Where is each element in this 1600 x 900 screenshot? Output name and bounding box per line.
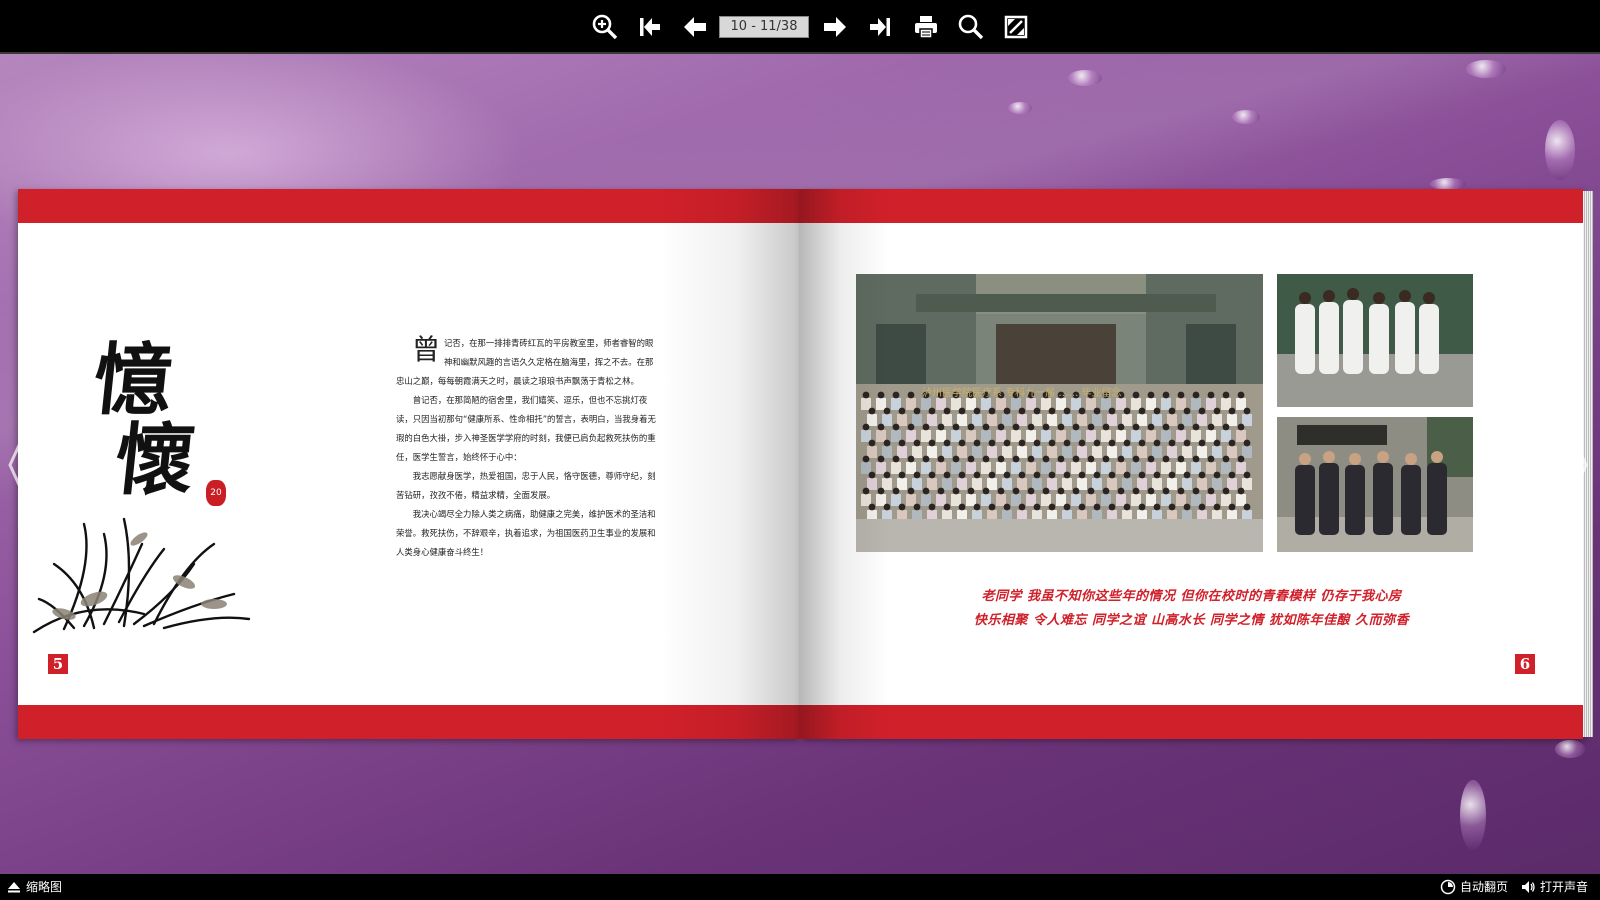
bottom-bar: 缩略图 自动翻页 打开声音 [0,874,1600,900]
water-drop [1466,60,1506,78]
class-group-photo: 泸州医学院医疗系 专科九一届 …… 毕业留念 [856,274,1263,552]
fullscreen-icon[interactable] [1001,12,1031,42]
poem-line-1: 老同学 我虽不知你这些年的情况 但你在校时的青春模样 仍存于我心房 [981,589,1402,604]
thumbnails-label: 缩略图 [26,880,63,894]
auto-flip-button[interactable]: 自动翻页 [1440,874,1508,900]
water-drop [1545,120,1575,180]
zoom-in-icon[interactable] [590,12,620,42]
top-red-band [800,189,1583,223]
right-page[interactable]: 泸州医学院医疗系 专科九一届 …… 毕业留念 老同学 我虽不知你这些年的情况 但… [800,189,1583,739]
poem-line-2: 快乐相聚 令人难忘 同学之谊 山高水长 同学之情 犹如陈年佳酿 久而弥香 [973,613,1410,628]
speaker-icon [1522,881,1535,893]
left-page[interactable]: 憶 懷 20 曾 记否，在那一排排青砖红瓦的平房教室里，师者睿智的眼神和幽默风趣… [18,189,800,739]
water-drop [1555,740,1585,758]
paragraph-3: 我志愿献身医学，热爱祖国，忠于人民，恪守医德，尊师守纪，刻苦钻研，孜孜不倦，精益… [396,471,656,500]
thumbnails-button[interactable]: 缩略图 [6,874,62,900]
water-drop [1460,780,1486,850]
drop-cap: 曾 [412,333,441,366]
spine-shadow-left [660,189,800,739]
page-number-right: 6 [1515,654,1535,674]
sound-toggle-button[interactable]: 打开声音 [1520,874,1588,900]
last-page-icon[interactable] [865,12,895,42]
orchid-painting [32,517,251,634]
top-toolbar: 10 - 11/38 [0,0,1600,54]
search-icon[interactable] [956,12,986,42]
paragraph-2: 曾记否，在那简陋的宿舍里，我们嬉笑、逗乐，但也不忘挑灯夜读，只因当初那句“健康所… [396,395,656,462]
previous-page-icon[interactable] [680,12,710,42]
red-seal: 20 [206,480,226,506]
page-number-input[interactable]: 10 - 11/38 [719,16,809,38]
water-drop [1008,102,1032,114]
first-page-icon[interactable] [635,12,665,42]
spine-shadow-right [800,189,890,739]
photo-banner-text: 泸州医学院医疗系 专科九一届 …… 毕业留念 [922,388,1122,399]
sound-label: 打开声音 [1540,880,1589,894]
auto-flip-label: 自动翻页 [1460,880,1509,894]
paragraph-4: 我决心竭尽全力除人类之病痛，助健康之完美，维护医术的圣洁和荣誉。救死扶伤，不辞艰… [396,509,656,557]
article-text: 曾 记否，在那一排排青砖红瓦的平房教室里，师者睿智的眼神和幽默风趣的言语久久定格… [396,334,656,562]
bottom-red-band [800,705,1583,739]
next-page-icon[interactable] [820,12,850,42]
print-icon[interactable] [911,12,941,42]
page-number-left: 5 [48,654,68,674]
school-gate-group-photo [1277,417,1473,552]
eject-icon [8,882,20,893]
white-coat-group-photo [1277,274,1473,407]
previous-page-arrow[interactable] [6,415,36,515]
next-page-arrow[interactable] [1560,415,1590,515]
flipbook: 憶 懷 20 曾 记否，在那一排排青砖红瓦的平房教室里，师者睿智的眼神和幽默风趣… [18,189,1593,739]
water-drop [1068,70,1102,86]
calligraphy-title: 憶 懷 [89,335,199,506]
timer-icon [1440,879,1456,895]
water-drop [1232,110,1260,124]
